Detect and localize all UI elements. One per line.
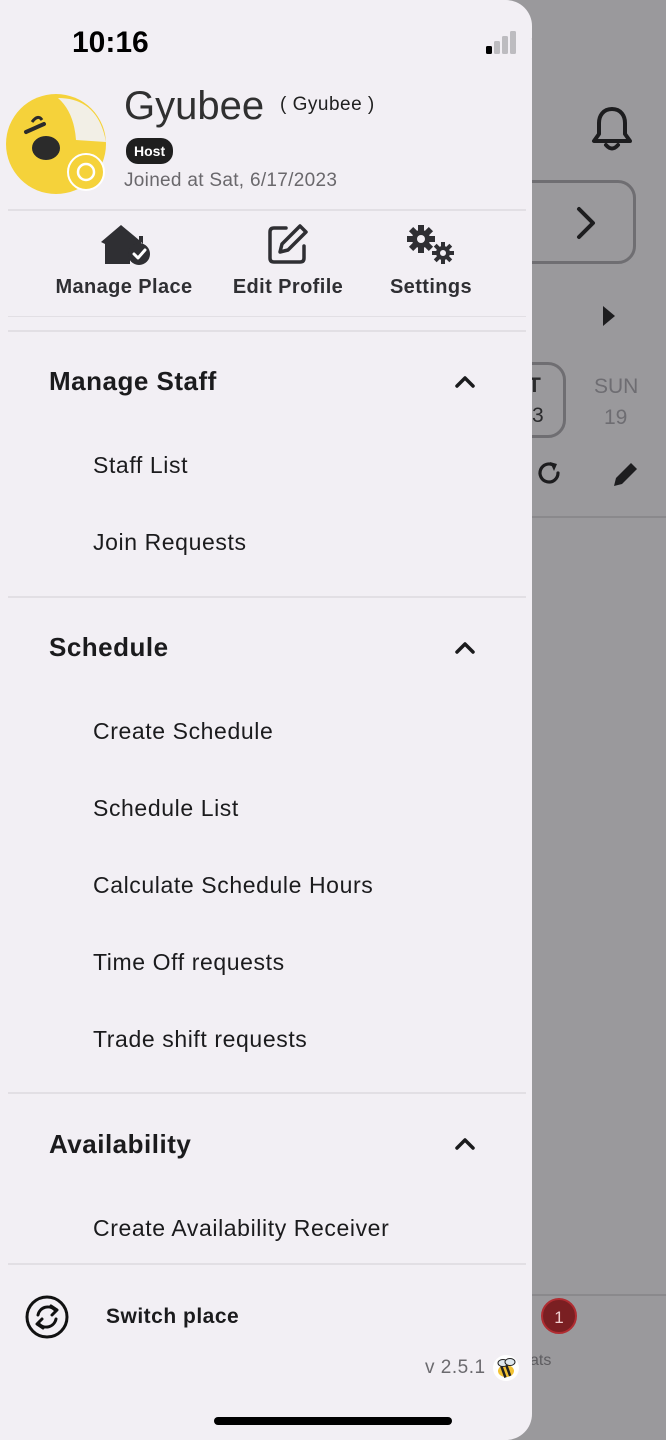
refresh-icon[interactable] xyxy=(536,460,562,486)
chevron-up-icon[interactable] xyxy=(454,1135,476,1151)
edit-icon xyxy=(268,224,308,264)
day-label-sun[interactable]: SUN xyxy=(594,375,638,399)
profile-nickname: ( Gyubee ) xyxy=(280,94,375,115)
divider xyxy=(530,516,666,518)
section-title-availability[interactable]: Availability xyxy=(49,1129,191,1160)
role-badge: Host xyxy=(126,138,174,164)
day-number-sun[interactable]: 19 xyxy=(604,406,627,430)
profile-name: Gyubee xyxy=(124,84,265,128)
pencil-icon[interactable] xyxy=(610,458,642,490)
chevron-up-icon[interactable] xyxy=(454,373,476,389)
divider xyxy=(8,1092,526,1094)
section-title-manage-staff[interactable]: Manage Staff xyxy=(49,366,217,397)
app-version: v 2.5.1 xyxy=(425,1357,486,1378)
menu-item-create-availability-receiver[interactable]: Create Availability Receiver xyxy=(93,1215,389,1242)
manage-place-label: Manage Place xyxy=(55,276,193,298)
settings-label: Settings xyxy=(389,276,473,298)
tabbar-divider xyxy=(530,1294,666,1296)
switch-place-icon[interactable] xyxy=(24,1294,70,1340)
divider xyxy=(8,1263,526,1265)
notification-badge: 1 xyxy=(541,1298,577,1334)
menu-item-time-off-requests[interactable]: Time Off requests xyxy=(93,949,285,976)
edit-profile-button[interactable]: Edit Profile xyxy=(224,222,352,299)
divider xyxy=(8,209,526,211)
status-time: 10:16 xyxy=(72,26,149,59)
menu-item-staff-list[interactable]: Staff List xyxy=(93,452,188,479)
tab-label[interactable]: ats xyxy=(530,1352,551,1370)
day-number: 3 xyxy=(532,404,544,427)
section-title-schedule[interactable]: Schedule xyxy=(49,632,169,663)
signal-icon xyxy=(486,31,516,54)
menu-item-trade-shift-requests[interactable]: Trade shift requests xyxy=(93,1026,307,1053)
bell-icon[interactable] xyxy=(590,105,634,153)
status-icons: 80 xyxy=(486,31,516,54)
avatar[interactable] xyxy=(6,92,110,196)
menu-item-schedule-list[interactable]: Schedule List xyxy=(93,795,239,822)
manage-place-button[interactable]: Manage Place xyxy=(48,222,200,299)
bee-icon xyxy=(493,1355,519,1381)
joined-date: Joined at Sat, 6/17/2023 xyxy=(124,170,338,191)
gears-icon xyxy=(407,225,454,264)
switch-place-button[interactable]: Switch place xyxy=(106,1305,239,1329)
divider xyxy=(8,596,526,598)
chevron-right-icon xyxy=(577,207,595,239)
settings-button[interactable]: Settings xyxy=(382,222,480,299)
divider xyxy=(8,316,526,317)
menu-item-calculate-hours[interactable]: Calculate Schedule Hours xyxy=(93,872,373,899)
menu-item-join-requests[interactable]: Join Requests xyxy=(93,529,247,556)
play-icon[interactable] xyxy=(603,306,615,326)
house-check-icon xyxy=(101,225,150,265)
edit-profile-label: Edit Profile xyxy=(232,276,344,298)
divider xyxy=(8,330,526,332)
navigation-drawer: 10:16 80 Gyubee ( Gyubee ) Host Joined a… xyxy=(0,0,532,1440)
menu-item-create-schedule[interactable]: Create Schedule xyxy=(93,718,273,745)
chevron-up-icon[interactable] xyxy=(454,639,476,655)
home-indicator[interactable] xyxy=(214,1417,452,1425)
